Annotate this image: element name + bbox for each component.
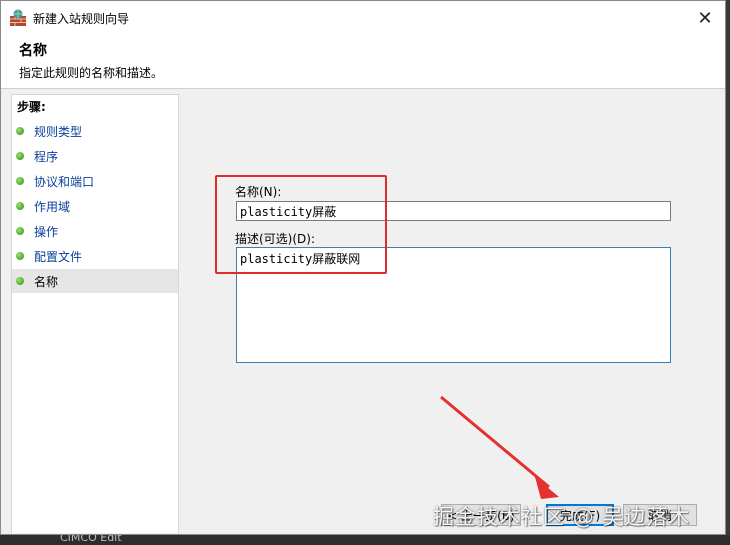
step-action[interactable]: 操作 (12, 219, 178, 243)
step-program[interactable]: 程序 (12, 144, 178, 168)
close-icon: ✕ (697, 7, 713, 29)
steps-heading: 步骤: (17, 100, 46, 114)
step-label: 协议和端口 (34, 174, 95, 189)
title-bar: 新建入站规则向导 ✕ (1, 1, 725, 35)
step-scope[interactable]: 作用域 (12, 194, 178, 218)
step-rule-type[interactable]: 规则类型 (12, 119, 178, 143)
step-label: 规则类型 (34, 124, 83, 139)
step-protocol-port[interactable]: 协议和端口 (12, 169, 178, 193)
step-label: 作用域 (34, 199, 71, 214)
window-title: 新建入站规则向导 (33, 12, 130, 26)
page-description: 指定此规则的名称和描述。 (19, 66, 164, 80)
page-title: 名称 (19, 43, 47, 59)
step-label: 操作 (34, 224, 59, 239)
back-button[interactable]: < 上一步(B) (441, 504, 521, 526)
description-label: 描述(可选)(D): (235, 232, 316, 246)
wizard-header: 名称 指定此规则的名称和描述。 (1, 35, 725, 89)
background-app-label: CIMCO Edit (60, 535, 122, 544)
green-dot-icon (16, 202, 24, 210)
steps-panel: 步骤: 规则类型 程序 协议和端口 作用域 操作 配置文件 名称 (11, 94, 179, 533)
green-dot-icon (16, 152, 24, 160)
name-label: 名称(N): (235, 185, 282, 199)
green-dot-icon (16, 252, 24, 260)
name-input[interactable] (236, 201, 671, 221)
firewall-icon (10, 9, 26, 26)
background-window-strip: CIMCO Edit (0, 535, 730, 545)
finish-button[interactable]: 完成(F) (546, 504, 614, 526)
green-dot-icon (16, 277, 24, 285)
step-label: 名称 (34, 274, 59, 289)
wizard-window: 新建入站规则向导 ✕ 名称 指定此规则的名称和描述。 步骤: 规则类型 程序 协… (0, 0, 726, 535)
step-profile[interactable]: 配置文件 (12, 244, 178, 268)
description-textarea[interactable]: plasticity屏蔽联网 (236, 247, 671, 363)
step-name[interactable]: 名称 (12, 269, 178, 293)
step-label: 程序 (34, 149, 59, 164)
green-dot-icon (16, 227, 24, 235)
close-button[interactable]: ✕ (685, 1, 725, 35)
cancel-button[interactable]: 取消 (623, 504, 697, 526)
green-dot-icon (16, 177, 24, 185)
step-label: 配置文件 (34, 249, 83, 264)
green-dot-icon (16, 127, 24, 135)
